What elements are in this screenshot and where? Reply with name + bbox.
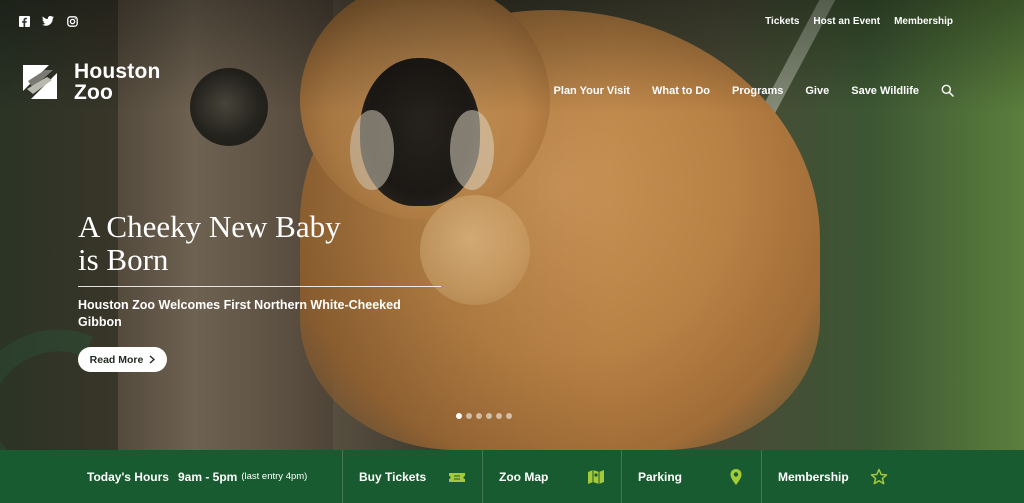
buy-tickets-label: Buy Tickets	[359, 469, 427, 484]
read-more-label: Read More	[89, 353, 144, 366]
houston-zoo-logo[interactable]: Houston Zoo	[19, 61, 161, 103]
facebook-icon[interactable]	[18, 15, 30, 27]
buy-tickets-link[interactable]: Buy Tickets	[343, 450, 483, 503]
carousel-dot-2[interactable]	[466, 413, 472, 419]
hero-subheading: Houston Zoo Welcomes First Northern Whit…	[78, 298, 401, 329]
star-icon	[870, 468, 888, 484]
utility-nav: Tickets Host an Event Membership	[765, 16, 953, 27]
tickets-link[interactable]: Tickets	[765, 16, 799, 27]
nav-save-wildlife[interactable]: Save Wildlife	[851, 85, 919, 97]
main-nav: Plan Your Visit What to Do Programs Give…	[532, 84, 954, 97]
nav-plan-your-visit[interactable]: Plan Your Visit	[554, 85, 630, 97]
hours-time: 9am - 5pm	[177, 469, 238, 484]
carousel-dot-5[interactable]	[496, 413, 502, 419]
nav-what-to-do[interactable]: What to Do	[652, 85, 710, 97]
membership-bar-link[interactable]: Membership	[762, 450, 902, 503]
location-pin-icon	[730, 468, 742, 485]
hero-headline: A Cheeky New Baby is Born	[78, 210, 418, 276]
map-icon	[588, 469, 604, 484]
instagram-icon[interactable]	[66, 15, 78, 27]
parking-link[interactable]: Parking	[622, 450, 762, 503]
membership-bar-label: Membership	[778, 469, 849, 484]
carousel-dot-4[interactable]	[486, 413, 492, 419]
hours-note: (last entry 4pm)	[241, 471, 308, 482]
membership-link[interactable]: Membership	[894, 16, 953, 27]
parking-label: Parking	[638, 469, 683, 484]
ticket-icon	[449, 472, 465, 482]
carousel-dot-3[interactable]	[476, 413, 482, 419]
nav-give[interactable]: Give	[805, 85, 829, 97]
search-icon[interactable]	[941, 84, 954, 97]
twitter-icon[interactable]	[42, 15, 54, 27]
logo-wordmark: Houston Zoo	[74, 61, 161, 103]
carousel-dot-1[interactable]	[456, 413, 462, 419]
host-event-link[interactable]: Host an Event	[813, 16, 880, 27]
chevron-right-icon	[149, 355, 156, 364]
zoo-map-link[interactable]: Zoo Map	[483, 450, 622, 503]
carousel-dot-6[interactable]	[506, 413, 512, 419]
zoo-map-label: Zoo Map	[499, 469, 549, 484]
todays-hours: Today's Hours 9am - 5pm (last entry 4pm)	[0, 450, 343, 503]
quick-links-bar: Today's Hours 9am - 5pm (last entry 4pm)…	[0, 450, 1024, 503]
read-more-button[interactable]: Read More	[78, 347, 167, 372]
zoo-logo-icon	[23, 65, 57, 99]
hero-divider	[78, 286, 441, 287]
logo-line-2: Zoo	[74, 81, 114, 104]
social-links	[18, 15, 78, 27]
logo-line-1: Houston	[74, 60, 161, 83]
hero-headline-line-2: is Born	[78, 242, 169, 277]
hours-label: Today's Hours	[87, 469, 169, 484]
nav-programs[interactable]: Programs	[732, 85, 783, 97]
hero-headline-line-1: A Cheeky New Baby	[78, 209, 341, 244]
carousel-dots	[456, 413, 512, 419]
